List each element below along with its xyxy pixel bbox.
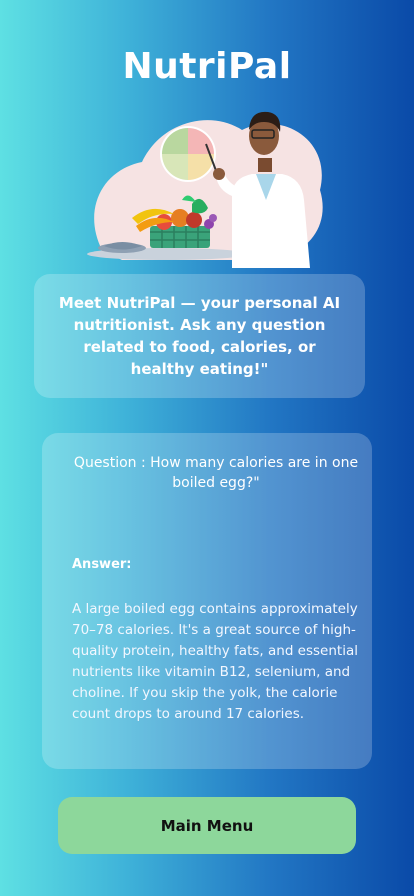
intro-card: Meet NutriPal — your personal AI nutriti… bbox=[34, 274, 365, 398]
qa-card: Question : How many calories are in one … bbox=[42, 433, 372, 769]
intro-text: Meet NutriPal — your personal AI nutriti… bbox=[58, 294, 341, 378]
nutritionist-illustration bbox=[87, 111, 323, 268]
question-text: Question : How many calories are in one … bbox=[73, 455, 359, 491]
main-menu-button[interactable]: Main Menu bbox=[58, 797, 356, 854]
answer-text: A large boiled egg contains approximatel… bbox=[72, 601, 358, 722]
app-title: NutriPal bbox=[122, 46, 292, 87]
answer-label: Answer: bbox=[72, 557, 132, 572]
